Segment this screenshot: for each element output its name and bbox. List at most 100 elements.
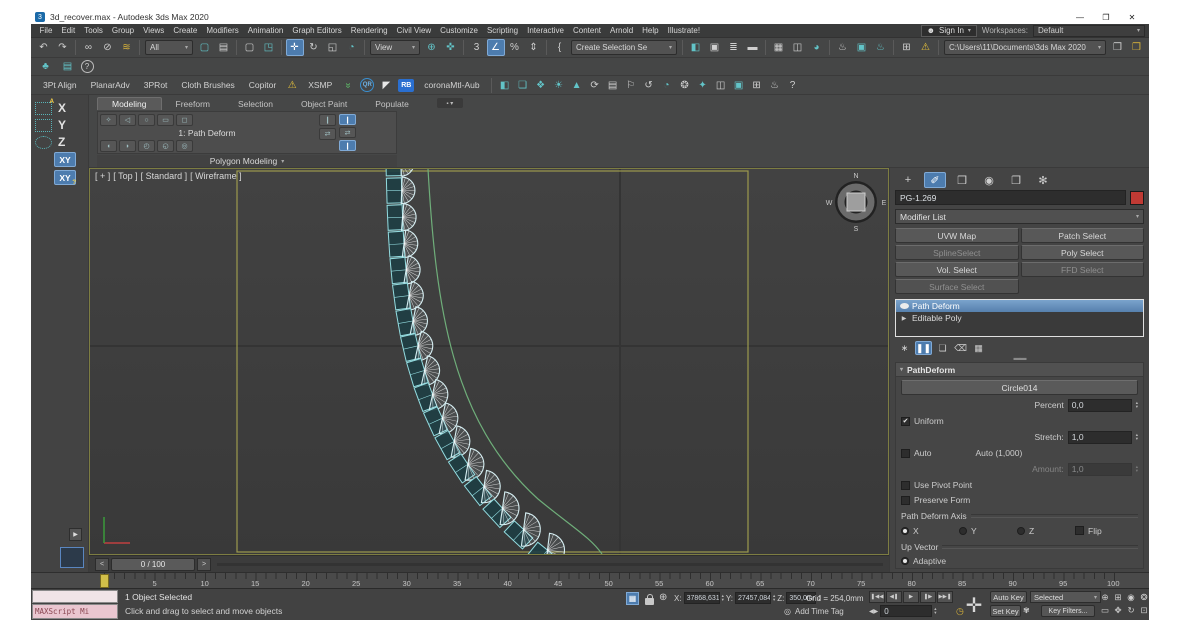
flip-checkbox[interactable] [1075,526,1084,535]
use-pivot-icon[interactable]: ⊕ [423,39,441,56]
help-circle-icon[interactable]: ? [81,60,94,73]
project-path-dropdown[interactable]: C:\Users\11\Documents\3ds Max 2020▾ [944,40,1106,55]
spinner-arrows[interactable]: ▴▾ [934,607,936,616]
qr-icon[interactable]: QR [360,78,374,92]
rollout-header[interactable]: ▾ PathDeform [896,363,1143,377]
ribbon-tab-populate[interactable]: Populate [361,98,423,110]
menu-content[interactable]: Content [569,26,606,35]
maxscript-mini-listener[interactable] [32,590,118,603]
snap-toggle-icon[interactable]: 3 [468,39,486,56]
axis-constraint-xy-alt[interactable]: XY? [54,170,76,185]
menu-rendering[interactable]: Rendering [346,26,392,35]
folder-plus-icon[interactable]: ❒ [1147,39,1150,56]
align-icon[interactable]: ▣ [706,39,724,56]
pan-icon[interactable]: ✥ [1112,604,1124,616]
axis-constraint-x[interactable]: X [58,101,66,115]
ribbon-tab-selection[interactable]: Selection [224,98,287,110]
sun-icon[interactable]: ☀ [551,78,567,93]
remove-modifier-icon[interactable]: ⌫ [953,341,968,355]
layer-explorer-icon[interactable]: ≣ [725,39,743,56]
transform-typein-icon[interactable]: ⊕ [659,592,667,603]
viewport-menu-renderer[interactable]: [ Standard ] [141,171,188,181]
schematic-view-icon[interactable]: ◫ [789,39,807,56]
motion-tab[interactable]: ◉ [978,172,1000,188]
add-box-icon[interactable]: ⊞ [749,78,765,93]
prev-frame-icon[interactable]: ◀❚ [886,591,902,603]
pick-path-button[interactable]: Circle014 [901,380,1138,395]
workspace-dropdown[interactable]: Default ▾ [1033,25,1145,37]
percent-field[interactable]: 0,0 [1068,399,1132,412]
spinner-arrows[interactable]: ▴▾ [722,594,724,603]
add-time-tag[interactable]: ◎ Add Time Tag [784,607,844,616]
select-object-icon[interactable]: ▢ [196,39,214,56]
select-move-icon[interactable]: ✛ [286,39,304,56]
zoom-region-icon[interactable]: ▭ [1099,604,1111,616]
palette-icon[interactable]: ❂ [677,78,693,93]
viewport-menu-general[interactable]: [ + ] [95,171,110,181]
bell-icon[interactable]: ⚐ [623,78,639,93]
maxscript-listener-label[interactable]: MAXScript Mi [32,604,118,619]
bind-spacewarp-icon[interactable]: ≋ [118,39,136,56]
chevrons-icon[interactable]: » [341,77,356,93]
go-start-icon[interactable]: ❚◀◀ [869,591,885,603]
set-key-mode-icon[interactable]: ✾ [1023,606,1030,615]
menu-scripting[interactable]: Scripting [482,26,522,35]
snap-circle-icon[interactable] [35,136,52,149]
panel-splitter[interactable]: ▬▬ [895,355,1144,361]
make-unique-icon[interactable]: ❏ [935,341,950,355]
modifier-button-vol-select[interactable]: Vol. Select [895,262,1019,277]
key-mode-dropdown[interactable]: Selected ▾ [1030,591,1101,603]
set-keys-button[interactable]: ✛ [961,592,987,618]
mirror-icon[interactable]: ◧ [687,39,705,56]
auto-checkbox[interactable] [901,449,910,458]
spinner-arrows[interactable]: ▴▾ [773,594,775,603]
undo-icon[interactable]: ↶ [35,39,53,56]
light-icon[interactable]: ❖ [533,78,549,93]
select-by-name-icon[interactable]: ▤ [215,39,233,56]
spinner-snap-icon[interactable]: ⇕ [525,39,543,56]
viewport-menu-pov[interactable]: [ Top ] [113,171,137,181]
help2-icon[interactable]: ? [785,78,801,93]
next-frame-button[interactable]: > [197,558,211,571]
window-crossing-icon[interactable]: ◳ [260,39,278,56]
script-button-planaradv[interactable]: PlanarAdv [85,80,136,90]
modifier-button-poly-select[interactable]: Poly Select [1021,245,1145,260]
bulb-icon[interactable]: ✦ [695,78,711,93]
curve-editor-icon[interactable]: ▦ [770,39,788,56]
modifier-button-patch-select[interactable]: Patch Select [1021,228,1145,243]
ribbon-tool-icon[interactable]: ◖ [100,140,117,152]
next-frame-icon[interactable]: ❚▶ [920,591,936,603]
ribbon-tab-modeling[interactable]: Modeling [97,97,162,110]
cameras-icon[interactable]: ❏ [515,78,531,93]
compass-east[interactable]: E [882,200,887,207]
zoom-extents-all-icon[interactable]: ❂ [1138,591,1150,603]
menu-animation[interactable]: Animation [243,26,288,35]
ribbon-tool-icon[interactable]: ✧ [100,114,117,126]
menu-tools[interactable]: Tools [80,26,108,35]
select-link-icon[interactable]: ∞ [80,39,98,56]
utilities-tab[interactable]: ✻ [1032,172,1054,188]
polygon-modeling-footer[interactable]: Polygon Modeling▾ [97,155,397,167]
ribbon-tool-icon[interactable]: ◗ [119,140,136,152]
pin-stack-icon[interactable]: ∗ [897,341,912,355]
script-button-coronamtl-aub[interactable]: coronaMtl-Aub [418,80,485,90]
sign-in-button[interactable]: ☻ Sign In ▾ [921,25,977,37]
frame-step-icon[interactable]: ◀▶ [869,608,878,615]
selection-filter-dropdown[interactable]: All▾ [145,40,193,55]
set-key-button[interactable]: Set Key [990,605,1021,617]
auto-key-button[interactable]: Auto Key [990,591,1027,603]
current-frame-field[interactable]: 0 [880,605,932,617]
menu-graph-editors[interactable]: Graph Editors [288,26,346,35]
minimize-button[interactable]: — [1067,11,1093,24]
snap-grid-icon[interactable]: A [35,102,52,115]
go-end-icon[interactable]: ▶▶❚ [937,591,953,603]
percent-snap-icon[interactable]: % [506,39,524,56]
layout-tabs-arrow[interactable]: ▶ [69,528,82,541]
page-icon[interactable]: ◔ [659,78,675,93]
time-slider-marker[interactable] [100,574,109,588]
script-button-xsmp[interactable]: XSMP [302,80,338,90]
select-place-icon[interactable]: ◔ [343,39,361,56]
adaptive-radio[interactable] [901,557,909,565]
scene-notes-icon[interactable]: ▤ [59,58,77,75]
path-deformed-object[interactable] [386,169,581,554]
